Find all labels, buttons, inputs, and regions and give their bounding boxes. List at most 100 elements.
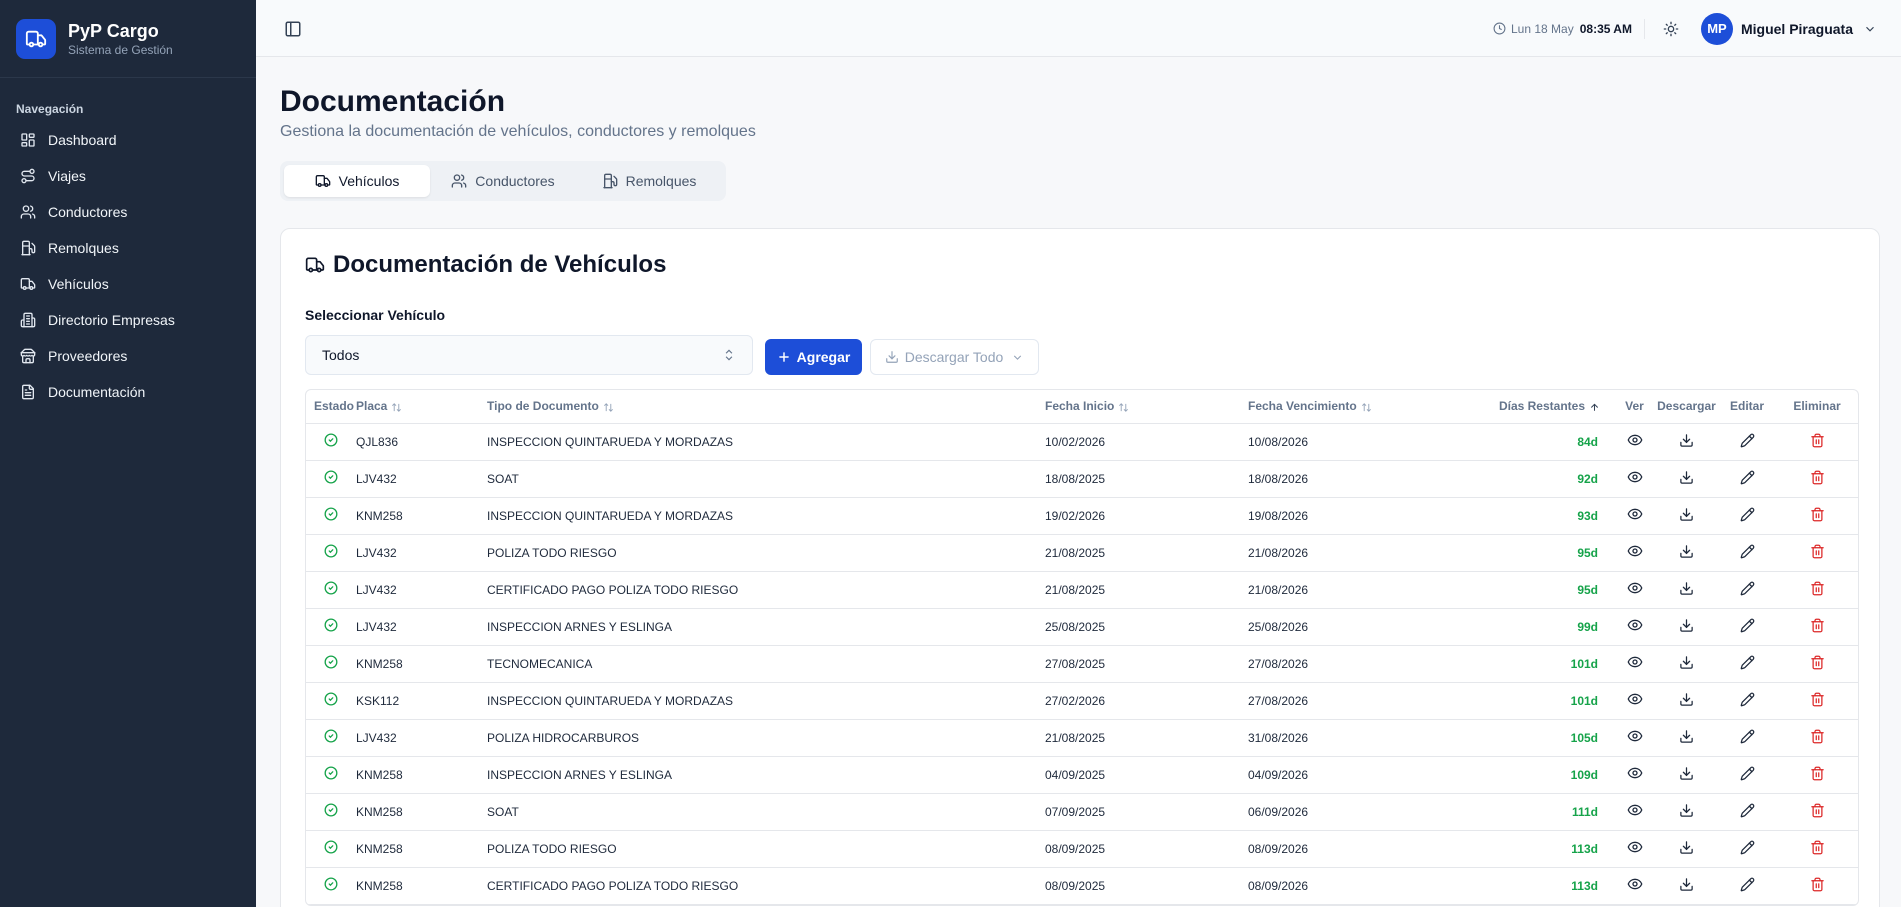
eye-icon[interactable] xyxy=(1627,580,1643,596)
trash-icon[interactable] xyxy=(1810,618,1825,633)
table-row: KNM258 INSPECCION QUINTARUEDA Y MORDAZAS 1… xyxy=(306,497,1858,535)
trash-icon[interactable] xyxy=(1810,470,1825,485)
eye-icon[interactable] xyxy=(1627,765,1643,781)
pencil-icon[interactable] xyxy=(1740,655,1755,670)
col-tipo[interactable]: Tipo de Documento xyxy=(487,390,1045,424)
eye-icon[interactable] xyxy=(1627,802,1643,818)
sidebar-item-proveedores[interactable]: Proveedores xyxy=(0,338,256,374)
placa-cell: KNM258 xyxy=(356,830,487,868)
eye-icon[interactable] xyxy=(1627,654,1643,670)
pencil-icon[interactable] xyxy=(1740,803,1755,818)
col-inicio[interactable]: Fecha Inicio xyxy=(1045,390,1248,424)
sidebar-item-documentacion[interactable]: Documentación xyxy=(0,374,256,410)
download-icon[interactable] xyxy=(1679,544,1694,559)
check-circle-icon xyxy=(324,729,338,743)
chevron-down-icon xyxy=(1863,22,1877,36)
col-placa[interactable]: Placa xyxy=(356,390,487,424)
pencil-icon[interactable] xyxy=(1740,618,1755,633)
status-cell xyxy=(306,534,356,572)
theme-toggle-button[interactable] xyxy=(1657,15,1685,43)
pencil-icon[interactable] xyxy=(1740,433,1755,448)
eye-icon[interactable] xyxy=(1627,691,1643,707)
sidebar-item-dashboard[interactable]: Dashboard xyxy=(0,122,256,158)
brand[interactable]: PyP Cargo Sistema de Gestión xyxy=(0,0,256,78)
col-dias[interactable]: Días Restantes xyxy=(1418,390,1616,424)
trash-icon[interactable] xyxy=(1810,729,1825,744)
sidebar-item-conductores[interactable]: Conductores xyxy=(0,194,256,230)
download-icon[interactable] xyxy=(1679,803,1694,818)
view-cell xyxy=(1616,793,1653,831)
download-icon[interactable] xyxy=(1679,470,1694,485)
eye-icon[interactable] xyxy=(1627,876,1643,892)
download-icon[interactable] xyxy=(1679,507,1694,522)
sidebar-item-remolques[interactable]: Remolques xyxy=(0,230,256,266)
dias-cell: 95d xyxy=(1418,571,1616,609)
tab-remolques[interactable]: Remolques xyxy=(576,165,722,197)
trash-icon[interactable] xyxy=(1810,544,1825,559)
view-cell xyxy=(1616,497,1653,535)
add-button[interactable]: Agregar xyxy=(765,339,862,375)
sort-icon xyxy=(391,402,402,413)
sidebar-item-vehiculos[interactable]: Vehículos xyxy=(0,266,256,302)
trash-icon[interactable] xyxy=(1810,507,1825,522)
tab-label: Vehículos xyxy=(338,173,400,189)
pencil-icon[interactable] xyxy=(1740,766,1755,781)
trash-icon[interactable] xyxy=(1810,877,1825,892)
tab-vehiculos[interactable]: Vehículos xyxy=(284,165,430,197)
col-vencimiento[interactable]: Fecha Vencimiento xyxy=(1248,390,1418,424)
sidebar-item-directorio-empresas[interactable]: Directorio Empresas xyxy=(0,302,256,338)
eye-icon[interactable] xyxy=(1627,839,1643,855)
table-row: LJV432 SOAT 18/08/2025 18/08/2026 92d xyxy=(306,460,1858,498)
pencil-icon[interactable] xyxy=(1740,581,1755,596)
download-icon[interactable] xyxy=(1679,877,1694,892)
pencil-icon[interactable] xyxy=(1740,877,1755,892)
placa-cell: LJV432 xyxy=(356,460,487,498)
inicio-cell: 19/02/2026 xyxy=(1045,497,1248,535)
edit-cell xyxy=(1720,497,1774,535)
eye-icon[interactable] xyxy=(1627,432,1643,448)
check-circle-icon xyxy=(324,803,338,817)
download-icon[interactable] xyxy=(1679,692,1694,707)
user-menu[interactable]: MP Miguel Piraguata xyxy=(1700,12,1877,45)
col-ver: Ver xyxy=(1616,390,1653,424)
eye-icon[interactable] xyxy=(1627,506,1643,522)
pencil-icon[interactable] xyxy=(1740,507,1755,522)
eye-icon[interactable] xyxy=(1627,469,1643,485)
eye-icon[interactable] xyxy=(1627,728,1643,744)
pencil-icon[interactable] xyxy=(1740,840,1755,855)
download-all-button[interactable]: Descargar Todo xyxy=(870,339,1039,375)
download-icon[interactable] xyxy=(1679,766,1694,781)
download-icon[interactable] xyxy=(1679,729,1694,744)
download-icon[interactable] xyxy=(1679,840,1694,855)
trash-icon[interactable] xyxy=(1810,840,1825,855)
download-icon[interactable] xyxy=(1679,618,1694,633)
sidebar-toggle-icon[interactable] xyxy=(284,20,302,38)
trash-icon[interactable] xyxy=(1810,433,1825,448)
vehicle-select[interactable]: Todos xyxy=(305,335,753,375)
download-icon[interactable] xyxy=(1679,581,1694,596)
main-content: Documentación Gestiona la documentación … xyxy=(280,57,1880,907)
trash-icon[interactable] xyxy=(1810,581,1825,596)
status-cell xyxy=(306,793,356,831)
delete-cell xyxy=(1774,830,1858,868)
trash-icon[interactable] xyxy=(1810,655,1825,670)
download-icon[interactable] xyxy=(1679,433,1694,448)
trash-icon[interactable] xyxy=(1810,766,1825,781)
tab-conductores[interactable]: Conductores xyxy=(430,165,576,197)
trash-icon[interactable] xyxy=(1810,803,1825,818)
sidebar-item-viajes[interactable]: Viajes xyxy=(0,158,256,194)
pencil-icon[interactable] xyxy=(1740,470,1755,485)
trash-icon[interactable] xyxy=(1810,692,1825,707)
truck-logo-icon xyxy=(16,18,56,59)
eye-icon[interactable] xyxy=(1627,543,1643,559)
edit-cell xyxy=(1720,571,1774,609)
download-icon[interactable] xyxy=(1679,655,1694,670)
download-cell xyxy=(1653,534,1720,572)
placa-cell: KSK112 xyxy=(356,682,487,720)
eye-icon[interactable] xyxy=(1627,617,1643,633)
pencil-icon[interactable] xyxy=(1740,544,1755,559)
pencil-icon[interactable] xyxy=(1740,729,1755,744)
table-row: LJV432 POLIZA HIDROCARBUROS 21/08/2025 31/0… xyxy=(306,719,1858,757)
pencil-icon[interactable] xyxy=(1740,692,1755,707)
download-cell xyxy=(1653,423,1720,461)
